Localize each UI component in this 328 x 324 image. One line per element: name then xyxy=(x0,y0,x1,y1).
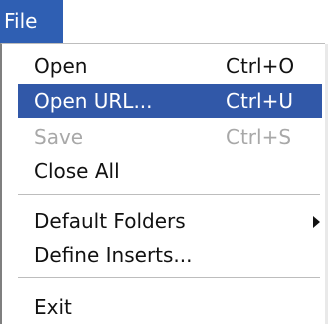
menu-item-close-all[interactable]: Close All xyxy=(18,154,322,188)
menu-item-exit[interactable]: Exit xyxy=(18,290,322,324)
menu-separator xyxy=(18,194,320,195)
menu-item-define-inserts[interactable]: Define Inserts... xyxy=(18,238,322,272)
submenu-arrow-icon xyxy=(313,216,320,228)
menu-item-label: Default Folders xyxy=(34,209,186,233)
menu-item-default-folders[interactable]: Default Folders xyxy=(18,204,322,238)
file-menu-dropdown: Open Ctrl+O Open URL... Ctrl+U Save Ctrl… xyxy=(0,43,328,324)
menu-item-label: Exit xyxy=(34,295,72,319)
file-menu-screen: File Open Ctrl+O Open URL... Ctrl+U Save… xyxy=(0,0,328,324)
menu-item-shortcut: Ctrl+U xyxy=(226,89,293,113)
menu-item-save: Save Ctrl+S xyxy=(18,120,322,154)
menu-item-label: Define Inserts... xyxy=(34,243,193,267)
menu-item-open[interactable]: Open Ctrl+O xyxy=(18,49,322,83)
menu-item-label: Open URL... xyxy=(34,89,153,113)
menu-separator xyxy=(18,277,320,278)
menu-item-shortcut: Ctrl+S xyxy=(226,125,292,149)
menu-item-label: Close All xyxy=(34,159,120,183)
menu-item-shortcut: Ctrl+O xyxy=(226,54,295,78)
file-menu-title[interactable]: File xyxy=(0,0,63,43)
menu-item-label: Save xyxy=(34,125,84,149)
menu-item-label: Open xyxy=(34,54,88,78)
menu-item-open-url[interactable]: Open URL... Ctrl+U xyxy=(18,84,322,118)
